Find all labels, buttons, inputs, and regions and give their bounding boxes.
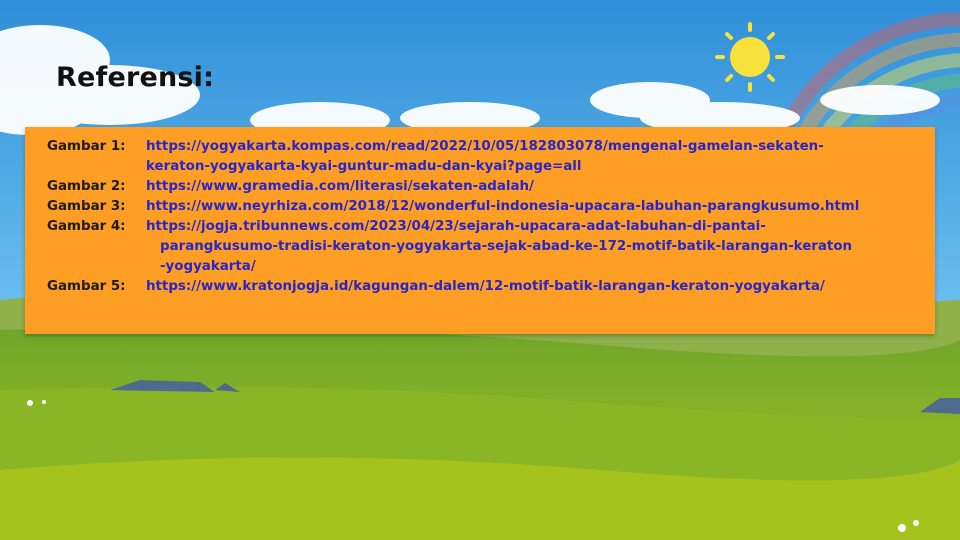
reference-label: Gambar 5: bbox=[47, 279, 126, 294]
reference-item-4: Gambar 4: https://jogja.tribunnews.com/2… bbox=[47, 217, 926, 277]
link-line[interactable]: https://www.neyrhiza.com/2018/12/wonderf… bbox=[146, 197, 926, 217]
reference-label: Gambar 3: bbox=[47, 199, 126, 214]
page-title: Referensi: bbox=[56, 62, 215, 93]
link-line[interactable]: https://www.kratonjogja.id/kagungan-dale… bbox=[146, 277, 926, 297]
reference-link[interactable]: https://yogyakarta.kompas.com/read/2022/… bbox=[146, 137, 926, 177]
reference-link[interactable]: https://www.neyrhiza.com/2018/12/wonderf… bbox=[146, 197, 926, 217]
link-line[interactable]: keraton-yogyakarta-kyai-guntur-madu-dan-… bbox=[146, 157, 926, 177]
reference-item-3: Gambar 3: https://www.neyrhiza.com/2018/… bbox=[47, 197, 926, 217]
link-line[interactable]: https://jogja.tribunnews.com/2023/04/23/… bbox=[146, 217, 926, 237]
reference-item-5: Gambar 5: https://www.kratonjogja.id/kag… bbox=[47, 277, 926, 297]
reference-label: Gambar 4: bbox=[47, 219, 126, 234]
reference-link[interactable]: https://www.kratonjogja.id/kagungan-dale… bbox=[146, 277, 926, 297]
reference-label: Gambar 2: bbox=[47, 179, 126, 194]
reference-list: Gambar 1: https://yogyakarta.kompas.com/… bbox=[47, 137, 926, 297]
link-line[interactable]: https://www.gramedia.com/literasi/sekate… bbox=[146, 177, 926, 197]
link-line[interactable]: https://yogyakarta.kompas.com/read/2022/… bbox=[146, 137, 926, 157]
reference-label: Gambar 1: bbox=[47, 139, 126, 154]
reference-item-2: Gambar 2: https://www.gramedia.com/liter… bbox=[47, 177, 926, 197]
references-panel: Gambar 1: https://yogyakarta.kompas.com/… bbox=[25, 127, 935, 334]
reference-item-1: Gambar 1: https://yogyakarta.kompas.com/… bbox=[47, 137, 926, 177]
reference-link[interactable]: https://jogja.tribunnews.com/2023/04/23/… bbox=[146, 217, 926, 277]
link-line[interactable]: -yogyakarta/ bbox=[146, 257, 926, 277]
link-line[interactable]: parangkusumo-tradisi-keraton-yogyakarta-… bbox=[146, 237, 926, 257]
reference-link[interactable]: https://www.gramedia.com/literasi/sekate… bbox=[146, 177, 926, 197]
